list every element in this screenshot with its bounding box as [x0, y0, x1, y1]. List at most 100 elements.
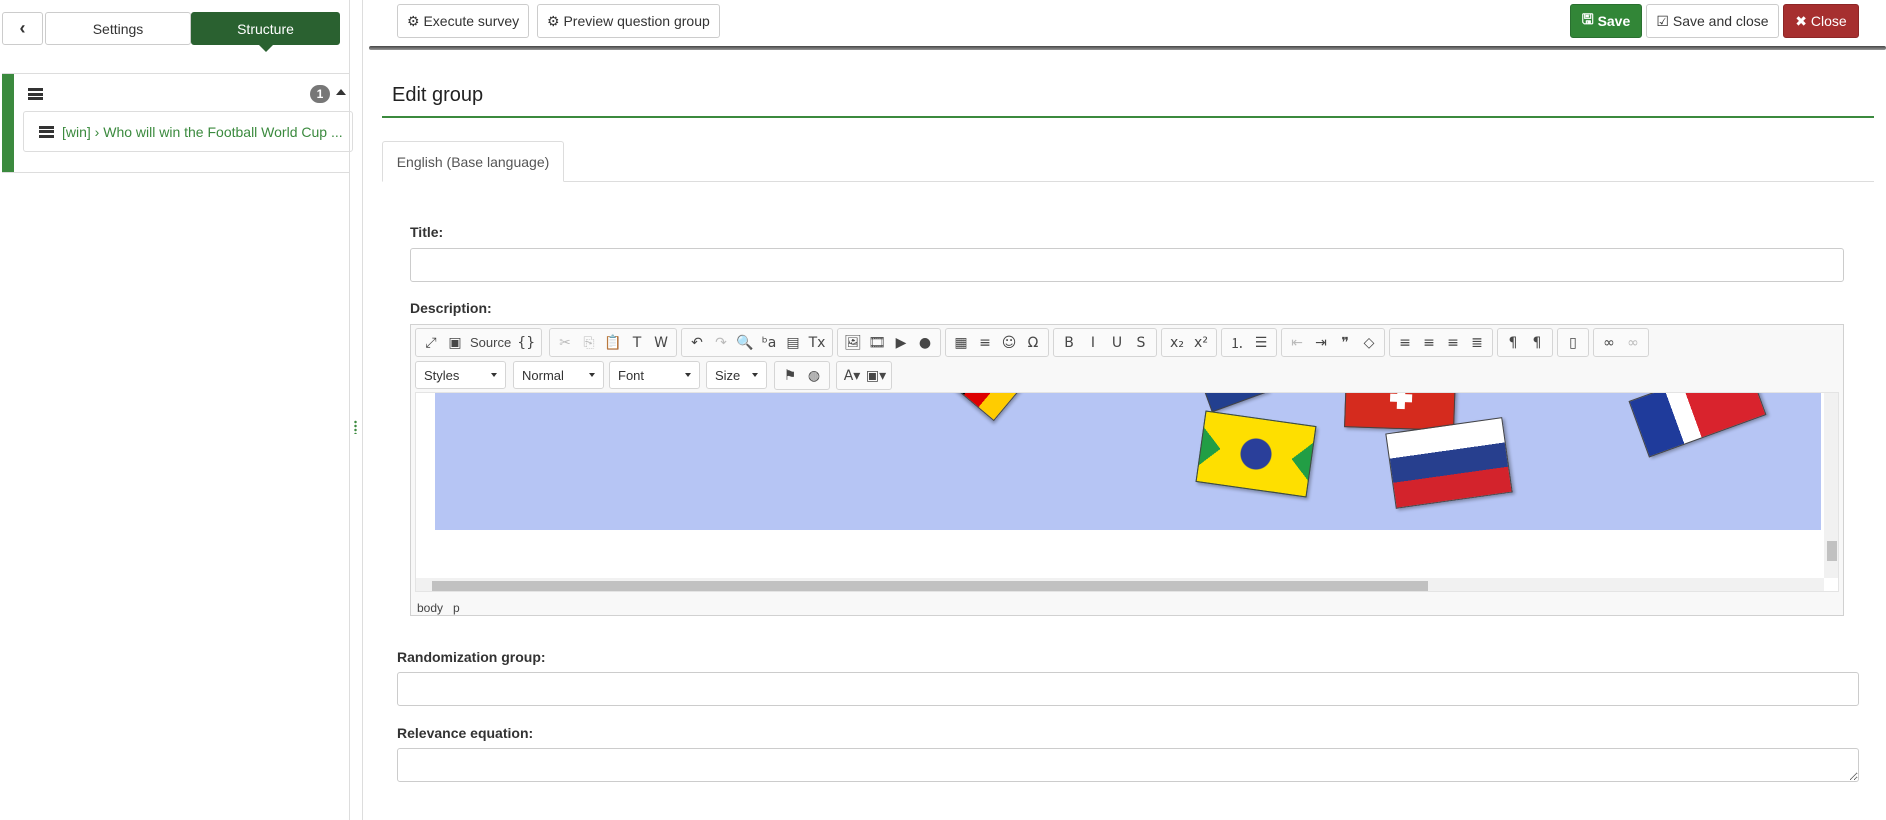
numbered-list-icon[interactable]: ⒈ [1225, 331, 1249, 355]
tab-settings[interactable]: Settings [45, 12, 191, 45]
horizontal-scrollbar[interactable] [416, 578, 1824, 591]
cut-icon[interactable]: ✂ [553, 331, 577, 355]
find-icon[interactable]: 🔍 [733, 331, 757, 355]
relevance-textarea[interactable] [397, 748, 1859, 782]
paste-text-icon[interactable]: T [625, 331, 649, 355]
horizontal-rule-icon[interactable]: ≡ [973, 331, 997, 355]
indent-icon[interactable]: ⇥ [1309, 331, 1333, 355]
select-all-icon[interactable]: ▤ [781, 331, 805, 355]
italic-icon[interactable]: I [1081, 331, 1105, 355]
blockquote-icon[interactable]: ❞ [1333, 331, 1357, 355]
table-icon[interactable]: ▦ [949, 331, 973, 355]
toolbar-group: 🖼 🎞 ▶ ● [837, 328, 941, 357]
flag-serbia [1385, 417, 1513, 509]
group-stripe [2, 74, 14, 172]
path-body[interactable]: body [417, 601, 443, 615]
paste-word-icon[interactable]: W [649, 331, 673, 355]
size-dropdown[interactable]: Size [706, 361, 767, 389]
randomization-label: Randomization group: [397, 649, 546, 665]
title-underline [382, 116, 1874, 118]
save-button[interactable]: 🖫 Save [1570, 4, 1642, 38]
drag-handle-icon[interactable] [28, 88, 43, 100]
outdent-icon[interactable]: ⇤ [1285, 331, 1309, 355]
align-center-icon[interactable]: ≡ [1417, 331, 1441, 355]
main-border [362, 0, 363, 820]
redo-icon[interactable]: ↷ [709, 331, 733, 355]
smiley-icon[interactable]: ☺ [997, 331, 1021, 355]
bulleted-list-icon[interactable]: ☰ [1249, 331, 1273, 355]
floppy-icon: 🖫 [1581, 11, 1598, 27]
chevron-left-icon: ‹ [19, 18, 26, 38]
element-path: body p [417, 601, 460, 615]
align-left-icon[interactable]: ≡ [1393, 331, 1417, 355]
description-label: Description: [410, 300, 492, 316]
resize-handle[interactable] [354, 420, 357, 434]
undo-icon[interactable]: ↶ [685, 331, 709, 355]
page-title: Edit group [392, 84, 484, 106]
collapse-caret-icon[interactable] [336, 89, 346, 95]
close-button[interactable]: ✖ Close [1783, 4, 1859, 38]
copy-icon[interactable]: ⎘ [577, 331, 601, 355]
page-break-icon[interactable]: ▯ [1561, 331, 1585, 355]
link-icon[interactable]: ∞ [1597, 331, 1621, 355]
vertical-scrollbar[interactable] [1824, 393, 1838, 578]
editor-content-area[interactable] [415, 392, 1839, 592]
unlink-icon[interactable]: ∞ [1621, 331, 1645, 355]
tab-border [382, 181, 1874, 182]
font-dropdown[interactable]: Font [609, 361, 700, 389]
tab-english[interactable]: English (Base language) [382, 141, 564, 182]
title-input[interactable] [410, 248, 1844, 282]
ltr-icon[interactable]: ¶ [1501, 331, 1525, 355]
path-p[interactable]: p [453, 601, 460, 615]
template-icon[interactable]: {} [514, 331, 538, 355]
maximize-icon[interactable]: ⤢ [419, 331, 443, 355]
format-dropdown[interactable]: Normal [513, 361, 604, 389]
bold-icon[interactable]: B [1057, 331, 1081, 355]
randomization-input[interactable] [397, 672, 1859, 706]
back-button[interactable]: ‹ [2, 12, 43, 45]
styles-dropdown[interactable]: Styles [415, 361, 506, 389]
underline-icon[interactable]: U [1105, 331, 1129, 355]
title-label: Title: [410, 224, 444, 240]
preview-group-button[interactable]: ⚙ Preview question group [537, 4, 720, 38]
tab-structure[interactable]: Structure [191, 12, 340, 52]
drag-handle-icon[interactable] [39, 125, 54, 138]
flash-icon[interactable]: ● [913, 331, 937, 355]
rtl-icon[interactable]: ¶ [1525, 331, 1549, 355]
strike-icon[interactable]: S [1129, 331, 1153, 355]
align-right-icon[interactable]: ≡ [1441, 331, 1465, 355]
close-icon: ✖ [1795, 12, 1811, 29]
question-item[interactable]: [win] › Who will win the Football World … [23, 111, 353, 152]
bg-color-icon[interactable]: ▣▾ [864, 364, 888, 388]
superscript-icon[interactable]: x² [1189, 331, 1213, 355]
text-color-icon[interactable]: A▾ [840, 364, 864, 388]
image-icon[interactable]: 🖼 [841, 331, 865, 355]
remove-format-icon[interactable]: Tx [805, 331, 829, 355]
flag-brazil [1195, 410, 1317, 498]
question-count-badge: 1 [310, 85, 330, 103]
video-icon[interactable]: 🎞 [865, 331, 889, 355]
toolbar-group: ∞ ∞ [1593, 328, 1649, 357]
anchor-flag-icon[interactable]: ⚑ [778, 364, 802, 388]
toolbar-group: x₂ x² [1161, 328, 1217, 357]
toolbar-group: ▯ [1557, 328, 1589, 357]
flag-blue [1201, 393, 1269, 413]
toolbar-group: ¶ ¶ [1497, 328, 1553, 357]
replace-icon[interactable]: ᵇa [757, 331, 781, 355]
paste-icon[interactable]: 📋 [601, 331, 625, 355]
subscript-icon[interactable]: x₂ [1165, 331, 1189, 355]
special-char-icon[interactable]: Ω [1021, 331, 1045, 355]
source-icon[interactable]: ▣ [443, 331, 467, 355]
div-icon[interactable]: ◇ [1357, 331, 1381, 355]
language-globe-icon[interactable]: ◍ [802, 364, 826, 388]
media-icon[interactable]: ▶ [889, 331, 913, 355]
rich-text-editor: ⤢ ▣ Source{} ✂ ⎘ 📋 T W ↶ ↷ 🔍 ᵇa ▤ Tx 🖼 🎞 ▶ ● ▦ ≡ ☺ Ω B I U Sx₂ x² ⒈… [410, 324, 1844, 616]
source-label[interactable]: Source [467, 331, 514, 355]
execute-survey-button[interactable]: ⚙ Execute survey [397, 4, 530, 38]
question-group-panel: 1 [win] › Who will win the Football Worl… [2, 73, 353, 173]
save-and-close-button[interactable]: ☑ Save and close [1646, 4, 1779, 38]
toolbar-group: ≡ ≡ ≡ ≣ [1389, 328, 1493, 357]
relevance-label: Relevance equation: [397, 725, 534, 741]
justify-icon[interactable]: ≣ [1465, 331, 1489, 355]
toolbar-group: A▾ ▣▾ [836, 361, 892, 390]
